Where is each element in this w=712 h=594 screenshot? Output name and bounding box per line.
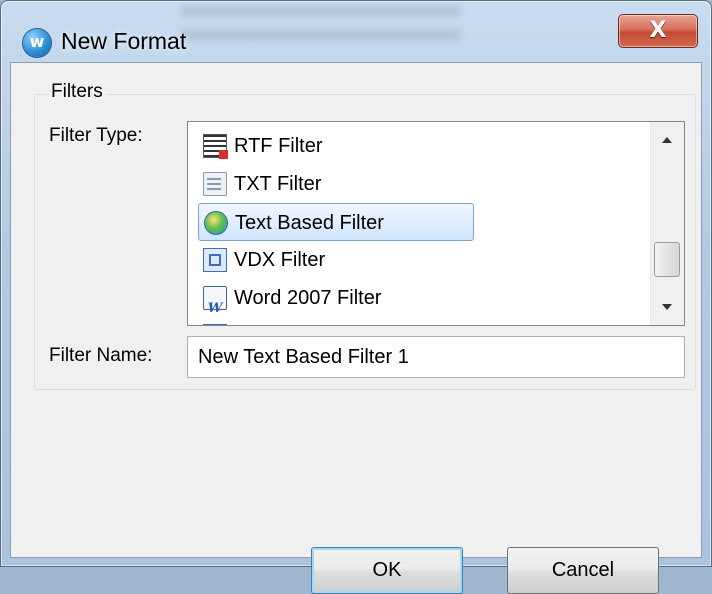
- word-file-icon: [203, 286, 227, 325]
- filter-type-label: Filter Type:: [49, 125, 143, 146]
- close-button[interactable]: X: [618, 14, 698, 48]
- list-item-label: TXT Filter: [234, 173, 322, 195]
- scroll-thumb[interactable]: [654, 242, 680, 277]
- list-item-label: RTF Filter: [234, 135, 323, 157]
- list-item-label: Word 2007 Filter: [234, 287, 382, 309]
- list-item-rtf-filter[interactable]: RTF Filter: [198, 127, 323, 165]
- filter-name-input[interactable]: [187, 336, 685, 378]
- partial-item-icon: [203, 324, 227, 325]
- list-item-text-based-filter[interactable]: Text Based Filter: [198, 203, 474, 241]
- window-title: New Format: [61, 28, 187, 54]
- filter-type-list[interactable]: RTF Filter TXT Filter Text Based Filter …: [187, 121, 685, 326]
- filter-name-label: Filter Name:: [49, 345, 153, 366]
- scroll-up-arrow-icon[interactable]: [651, 122, 684, 156]
- vdx-file-icon: [203, 248, 227, 272]
- list-scrollbar[interactable]: [650, 122, 684, 325]
- app-logo-icon: [23, 29, 51, 57]
- list-item-vdx-filter[interactable]: VDX Filter: [198, 241, 325, 279]
- list-item-txt-filter[interactable]: TXT Filter: [198, 165, 321, 203]
- close-icon: X: [649, 18, 667, 43]
- title-bar[interactable]: New Format X: [1, 1, 711, 61]
- text-based-filter-icon: [204, 211, 228, 235]
- dialog-client-area: Filters Filter Type: RTF Filter TXT Filt…: [10, 62, 702, 594]
- filters-group-title: Filters: [47, 81, 107, 103]
- list-item-partial[interactable]: [198, 317, 234, 325]
- rtf-file-icon: [203, 134, 228, 159]
- ok-button[interactable]: OK: [311, 547, 463, 594]
- cancel-button[interactable]: Cancel: [507, 547, 659, 594]
- list-item-label: VDX Filter: [234, 249, 326, 271]
- txt-file-icon: [203, 172, 227, 196]
- scroll-down-arrow-icon[interactable]: [651, 291, 684, 325]
- dialog-window: New Format X Filters Filter Type: RTF Fi…: [0, 0, 712, 594]
- list-item-word-2007-filter[interactable]: Word 2007 Filter: [198, 279, 382, 325]
- list-item-label: Text Based Filter: [235, 212, 384, 234]
